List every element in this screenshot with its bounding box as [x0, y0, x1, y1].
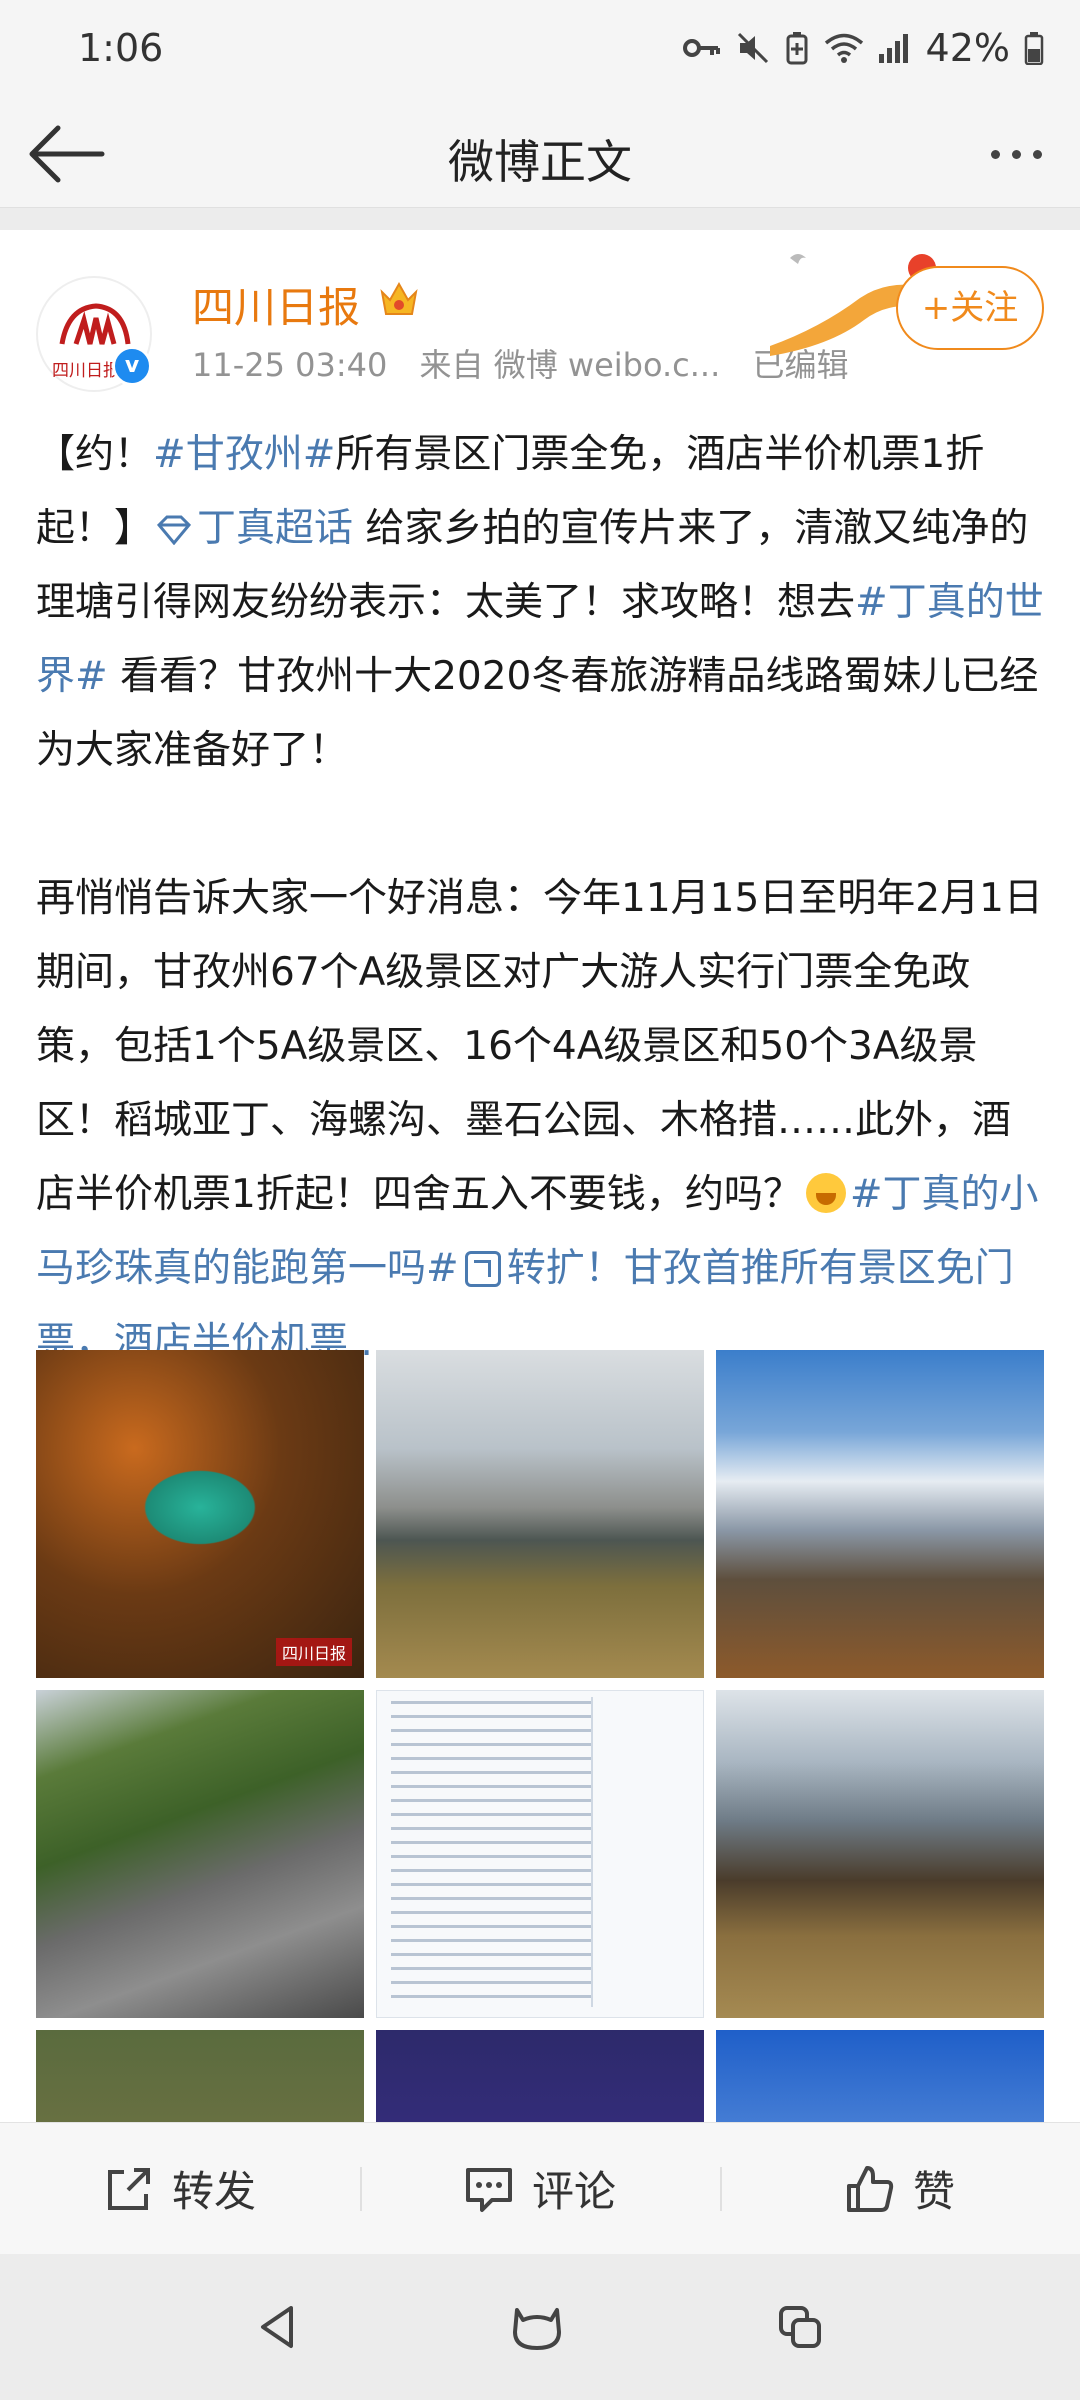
status-time: 1:06: [78, 26, 164, 70]
back-triangle-icon[interactable]: [255, 2302, 299, 2352]
post-source: 来自 微博 weibo.c...: [419, 346, 721, 384]
image-thumb[interactable]: [36, 2030, 364, 2122]
repost-label: 转发: [171, 2167, 256, 2216]
like-label: 赞: [912, 2167, 955, 2216]
action-bar: 转发 评论 赞: [0, 2122, 1080, 2254]
image-thumb[interactable]: [36, 1690, 364, 2018]
system-nav-bar: [0, 2254, 1080, 2400]
post-paragraph-1: 【约！#甘孜州#所有景区门票全免，酒店半价机票1折起！】 丁真超话 给家乡拍的宣传…: [36, 432, 1044, 773]
wifi-icon: [824, 33, 863, 63]
post-time: 11-25 03:40: [192, 346, 388, 384]
status-bar: 1:06 42%: [0, 0, 1080, 100]
crown-icon: [380, 281, 418, 315]
web-link-icon: [464, 1251, 501, 1287]
like-button[interactable]: 赞: [720, 2123, 1080, 2254]
follow-button[interactable]: +关注: [896, 266, 1044, 350]
verified-badge-icon: v: [112, 346, 152, 386]
repost-button[interactable]: 转发: [0, 2123, 360, 2254]
battery-percent: 42%: [925, 26, 1010, 70]
image-thumb[interactable]: [716, 2030, 1044, 2122]
image-thumb[interactable]: [716, 1690, 1044, 2018]
image-thumb[interactable]: [376, 2030, 704, 2122]
image-thumb[interactable]: [376, 1690, 704, 2018]
share-icon: [107, 2167, 150, 2210]
status-icons: 42%: [682, 26, 1044, 70]
battery-icon: [1024, 32, 1044, 65]
more-button[interactable]: [976, 130, 1056, 178]
comment-icon: [465, 2167, 512, 2212]
diamond-icon: [156, 515, 192, 545]
home-icon[interactable]: [509, 2302, 565, 2352]
page-title: 微博正文: [448, 135, 632, 189]
battery-saver-icon: [786, 32, 808, 65]
topic-link-ganzi[interactable]: #甘孜州#: [153, 432, 335, 477]
watermark: 四川日报: [275, 1638, 352, 1666]
grin-emoji-icon: [805, 1173, 846, 1213]
comment-label: 评论: [531, 2167, 616, 2216]
title-bar: 微博正文: [0, 100, 1080, 208]
post-paragraph-2: 再悄悄告诉大家一个好消息：今年11月15日至明年2月1日期间，甘孜州67个A级景…: [36, 876, 1043, 1365]
more-dots-icon: [990, 149, 1000, 159]
super-topic-link[interactable]: 丁真超话: [153, 506, 353, 551]
image-thumb[interactable]: [716, 1350, 1044, 1678]
comment-button[interactable]: 评论: [360, 2123, 720, 2254]
thumbs-up-icon: [846, 2165, 894, 2212]
post-text: 【约！#甘孜州#所有景区门票全免，酒店半价机票1折起！】 丁真超话 给家乡拍的宣传…: [36, 418, 1046, 1380]
mute-icon: [737, 32, 768, 64]
image-thumb[interactable]: [376, 1350, 704, 1678]
recents-icon[interactable]: [775, 2302, 825, 2352]
image-thumb[interactable]: 四川日报: [36, 1350, 364, 1678]
key-icon: [682, 39, 720, 57]
author-name[interactable]: 四川日报: [192, 274, 360, 335]
signal-icon: [878, 34, 908, 63]
post-card: 四川日报 v 四川日报 11-25 03:40 来自 微博 weibo.c...…: [0, 230, 1080, 2122]
avatar-caption: 四川日报: [52, 361, 120, 381]
